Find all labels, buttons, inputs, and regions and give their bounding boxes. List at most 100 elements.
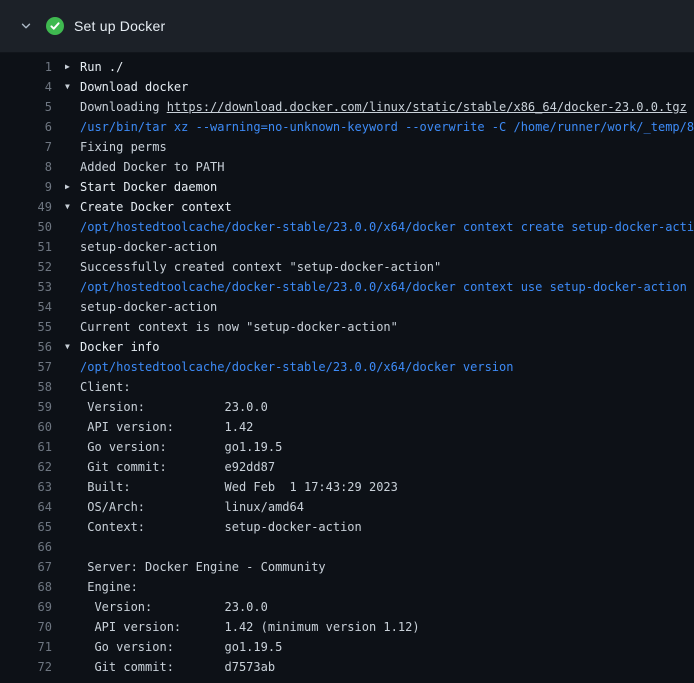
- line-number[interactable]: 5: [0, 97, 52, 117]
- line-number[interactable]: 57: [0, 357, 52, 377]
- log-output-text: Added Docker to PATH: [80, 160, 225, 174]
- log-text: Go version: go1.19.5: [80, 440, 282, 454]
- log-text: Successfully created context "setup-dock…: [80, 260, 441, 274]
- log-row: 69 Version: 23.0.0: [0, 597, 694, 617]
- chevron-down-icon[interactable]: [18, 18, 34, 34]
- log-output-text: setup-docker-action: [80, 300, 217, 314]
- line-number[interactable]: 66: [0, 537, 52, 557]
- log-command-text: /opt/hostedtoolcache/docker-stable/23.0.…: [80, 280, 687, 294]
- log-group-row[interactable]: 49▼Create Docker context: [0, 197, 694, 217]
- log-text: API version: 1.42: [80, 420, 253, 434]
- log-text: Current context is now "setup-docker-act…: [80, 320, 398, 334]
- group-collapsed-icon[interactable]: ▶: [52, 177, 80, 197]
- line-number[interactable]: 4: [0, 77, 52, 97]
- line-number[interactable]: 55: [0, 317, 52, 337]
- line-number[interactable]: 49: [0, 197, 52, 217]
- log-output-text: Go version: go1.19.5: [80, 640, 282, 654]
- log-text: /opt/hostedtoolcache/docker-stable/23.0.…: [80, 360, 513, 374]
- line-number[interactable]: 56: [0, 337, 52, 357]
- log-output-text: Current context is now "setup-docker-act…: [80, 320, 398, 334]
- log-text: Version: 23.0.0: [80, 400, 268, 414]
- line-number[interactable]: 71: [0, 637, 52, 657]
- group-expanded-icon[interactable]: ▼: [52, 337, 80, 357]
- log-command-text: /opt/hostedtoolcache/docker-stable/23.0.…: [80, 360, 513, 374]
- log-row: 68 Engine:: [0, 577, 694, 597]
- line-number[interactable]: 54: [0, 297, 52, 317]
- log-row: 8 Added Docker to PATH: [0, 157, 694, 177]
- log-text: /opt/hostedtoolcache/docker-stable/23.0.…: [80, 220, 694, 234]
- line-number[interactable]: 59: [0, 397, 52, 417]
- log-row: 71 Go version: go1.19.5: [0, 637, 694, 657]
- log-output-text: Successfully created context "setup-dock…: [80, 260, 441, 274]
- line-number[interactable]: 52: [0, 257, 52, 277]
- log-output-text: Context: setup-docker-action: [80, 520, 362, 534]
- line-number[interactable]: 68: [0, 577, 52, 597]
- step-header[interactable]: Set up Docker: [0, 0, 694, 53]
- log-row: 5 Downloading https://download.docker.com…: [0, 97, 694, 117]
- log-text: setup-docker-action: [80, 300, 217, 314]
- log-output-text: Go version: go1.19.5: [80, 440, 282, 454]
- log-row: 70 API version: 1.42 (minimum version 1.…: [0, 617, 694, 637]
- line-number[interactable]: 50: [0, 217, 52, 237]
- line-number[interactable]: 65: [0, 517, 52, 537]
- line-number[interactable]: 51: [0, 237, 52, 257]
- line-number[interactable]: 72: [0, 657, 52, 677]
- log-row: 6/usr/bin/tar xz --warning=no-unknown-ke…: [0, 117, 694, 137]
- log-row: 57/opt/hostedtoolcache/docker-stable/23.…: [0, 357, 694, 377]
- log-text: Fixing perms: [80, 140, 167, 154]
- line-number[interactable]: 62: [0, 457, 52, 477]
- log-row: 72 Git commit: d7573ab: [0, 657, 694, 677]
- log-text: Docker info: [80, 340, 159, 354]
- log-text: Client:: [80, 380, 131, 394]
- log-text: OS/Arch: linux/amd64: [80, 500, 304, 514]
- log-row: 55 Current context is now "setup-docker-a…: [0, 317, 694, 337]
- log-row: 65 Context: setup-docker-action: [0, 517, 694, 537]
- log-output-text: Built: Wed Feb 1 17:43:29 2023: [80, 480, 398, 494]
- log-row: 66: [0, 537, 694, 557]
- log-group-row[interactable]: 9▶Start Docker daemon: [0, 177, 694, 197]
- log-text: Downloading https://download.docker.com/…: [80, 100, 687, 114]
- group-expanded-icon[interactable]: ▼: [52, 77, 80, 97]
- line-number[interactable]: 63: [0, 477, 52, 497]
- log-output-text: API version: 1.42 (minimum version 1.12): [80, 620, 420, 634]
- log-text: API version: 1.42 (minimum version 1.12): [80, 620, 420, 634]
- line-number[interactable]: 9: [0, 177, 52, 197]
- log-row: 52 Successfully created context "setup-do…: [0, 257, 694, 277]
- log-command-text: /usr/bin/tar xz --warning=no-unknown-key…: [80, 120, 694, 134]
- log-lines: 1▶Run ./4▼Download docker5Downloading ht…: [0, 53, 694, 677]
- log-group-row[interactable]: 4▼Download docker: [0, 77, 694, 97]
- log-output-text: Start Docker daemon: [80, 180, 217, 194]
- line-number[interactable]: 67: [0, 557, 52, 577]
- line-number[interactable]: 7: [0, 137, 52, 157]
- line-number[interactable]: 58: [0, 377, 52, 397]
- log-row: 59 Version: 23.0.0: [0, 397, 694, 417]
- log-output-text: Version: 23.0.0: [80, 400, 268, 414]
- group-expanded-icon[interactable]: ▼: [52, 197, 80, 217]
- log-text: Download docker: [80, 80, 188, 94]
- step-title: Set up Docker: [74, 18, 165, 34]
- group-collapsed-icon[interactable]: ▶: [52, 57, 80, 77]
- line-number[interactable]: 61: [0, 437, 52, 457]
- line-number[interactable]: 1: [0, 57, 52, 77]
- log-group-row[interactable]: 1▶Run ./: [0, 57, 694, 77]
- line-number[interactable]: 6: [0, 117, 52, 137]
- line-number[interactable]: 60: [0, 417, 52, 437]
- line-number[interactable]: 70: [0, 617, 52, 637]
- log-row: 62 Git commit: e92dd87: [0, 457, 694, 477]
- line-number[interactable]: 8: [0, 157, 52, 177]
- line-number[interactable]: 64: [0, 497, 52, 517]
- log-row: 64 OS/Arch: linux/amd64: [0, 497, 694, 517]
- log-text: Engine:: [80, 580, 138, 594]
- log-link[interactable]: https://download.docker.com/linux/static…: [167, 100, 687, 114]
- line-number[interactable]: 53: [0, 277, 52, 297]
- log-row: 50/opt/hostedtoolcache/docker-stable/23.…: [0, 217, 694, 237]
- line-number[interactable]: 69: [0, 597, 52, 617]
- log-row: 58 Client:: [0, 377, 694, 397]
- log-text: Context: setup-docker-action: [80, 520, 362, 534]
- log-output-text: Downloading: [80, 100, 167, 114]
- success-check-icon: [46, 17, 64, 35]
- log-output-text: Engine:: [80, 580, 138, 594]
- log-group-row[interactable]: 56▼Docker info: [0, 337, 694, 357]
- log-row: 60 API version: 1.42: [0, 417, 694, 437]
- log-text: Git commit: d7573ab: [80, 660, 275, 674]
